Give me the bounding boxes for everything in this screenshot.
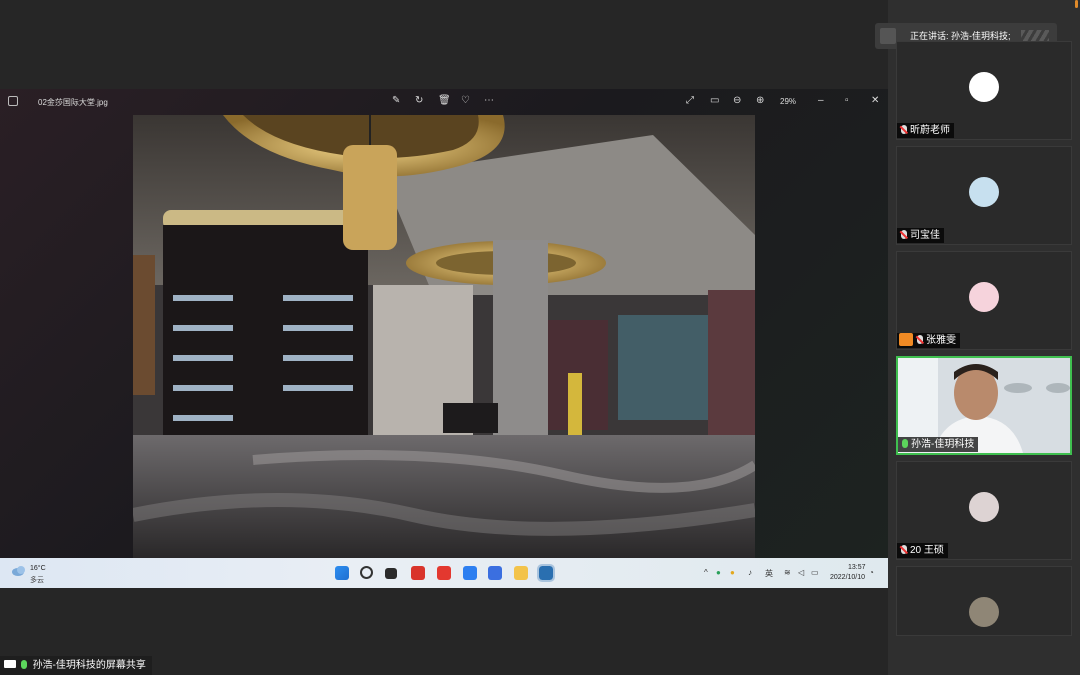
rotate-icon[interactable]: ↻ [415, 95, 423, 106]
folder-icon[interactable] [514, 566, 528, 580]
ime-indicator[interactable]: 英 [765, 568, 773, 579]
zoom-level[interactable]: 29% [780, 97, 796, 106]
mic-muted-icon [901, 545, 907, 554]
participant-tile[interactable]: 昕蔚老师 [896, 41, 1072, 140]
screen-share-icon [4, 660, 16, 668]
start-icon[interactable] [335, 566, 349, 580]
sync-icon[interactable]: ● [716, 568, 721, 577]
avatar [969, 282, 999, 312]
app-red-icon[interactable] [411, 566, 425, 580]
fullscreen-icon[interactable]: ⤢ [686, 95, 694, 106]
mic-active-icon [902, 439, 908, 448]
avatar [969, 72, 999, 102]
search-icon[interactable] [360, 566, 373, 579]
edit-icon[interactable]: ✎ [392, 95, 400, 106]
avatar [969, 597, 999, 627]
speaker-avatar [880, 28, 896, 44]
wps-icon[interactable] [437, 566, 451, 580]
participant-tile[interactable]: 张雅雯 [896, 251, 1072, 350]
app-blue-icon[interactable] [463, 566, 477, 580]
notification-icon[interactable]: ◔ [869, 568, 874, 577]
photos-app-icon [8, 96, 18, 106]
file-name: 02金莎国际大堂.jpg [38, 98, 108, 107]
viewer-titlebar: 02金莎国际大堂.jpg ✎ ↻ 🗑 ♡ ⋯ ⤢ ▭ ⊖ ⊕ 29% – ▫ ✕ [0, 89, 888, 115]
photo-viewer-window: 02金莎国际大堂.jpg ✎ ↻ 🗑 ♡ ⋯ ⤢ ▭ ⊖ ⊕ 29% – ▫ ✕ [0, 89, 888, 558]
delete-icon[interactable]: 🗑 [438, 95, 451, 106]
more-icon[interactable]: ⋯ [484, 95, 494, 106]
shared-screen-area: 02金莎国际大堂.jpg ✎ ↻ 🗑 ♡ ⋯ ⤢ ▭ ⊖ ⊕ 29% – ▫ ✕ [0, 0, 888, 675]
participant-name-tag: 司宝佳 [897, 228, 944, 243]
participant-tile[interactable]: 20 王硕 [896, 461, 1072, 560]
participant-tile[interactable] [896, 566, 1072, 636]
clock-date[interactable]: 2022/10/10 [830, 574, 865, 581]
windows-taskbar: 16°C 多云 ^ ● ● ♪ 英 ≋ ◁ ▭ 13:57 2022/10/10… [0, 558, 888, 588]
clock-time[interactable]: 13:57 [848, 564, 866, 571]
participant-tile-video[interactable]: 孙浩-佳玥科技 [896, 356, 1072, 455]
mic-muted-icon [901, 125, 907, 134]
mic-tray-icon[interactable]: ♪ [748, 568, 752, 577]
cloud-weather-icon[interactable] [12, 566, 26, 576]
participant-name-tag: 昕蔚老师 [897, 123, 954, 138]
minimize-icon[interactable]: – [818, 95, 824, 106]
weather-desc[interactable]: 多云 [30, 575, 44, 585]
hotel-lobby-photo [133, 115, 755, 558]
photos-icon[interactable] [537, 564, 555, 582]
zoom-out-icon[interactable]: ⊖ [733, 95, 741, 106]
mic-muted-icon [917, 335, 923, 344]
participant-name-tag: 孙浩-佳玥科技 [898, 437, 979, 452]
screen-share-label: 孙浩-佳玥科技的屏幕共享 [0, 656, 152, 675]
screen-share-text: 孙浩-佳玥科技的屏幕共享 [32, 660, 146, 671]
battery-icon[interactable]: ▭ [811, 568, 819, 577]
meeting-icon[interactable] [488, 566, 502, 580]
participant-name-tag: 张雅雯 [897, 333, 960, 348]
chevron-up-icon[interactable]: ^ [704, 568, 708, 577]
volume-icon[interactable]: ◁ [798, 568, 804, 577]
close-icon[interactable]: ✕ [871, 95, 879, 106]
task-view-icon[interactable] [385, 568, 397, 579]
host-icon [899, 333, 913, 346]
wifi-icon[interactable]: ≋ [784, 568, 791, 577]
scrollbar[interactable] [1075, 0, 1078, 8]
avatar [969, 177, 999, 207]
slideshow-icon[interactable]: ▭ [710, 95, 719, 106]
mic-muted-icon [901, 230, 907, 239]
maximize-icon[interactable]: ▫ [845, 95, 849, 106]
weather-temp[interactable]: 16°C [30, 565, 46, 572]
mic-icon [20, 660, 27, 669]
participant-name-tag: 20 王硕 [897, 543, 948, 558]
tray-app-icon[interactable]: ● [730, 568, 735, 577]
avatar [969, 492, 999, 522]
participant-tile[interactable]: 司宝佳 [896, 146, 1072, 245]
favorite-icon[interactable]: ♡ [461, 95, 470, 106]
zoom-in-icon[interactable]: ⊕ [756, 95, 764, 106]
